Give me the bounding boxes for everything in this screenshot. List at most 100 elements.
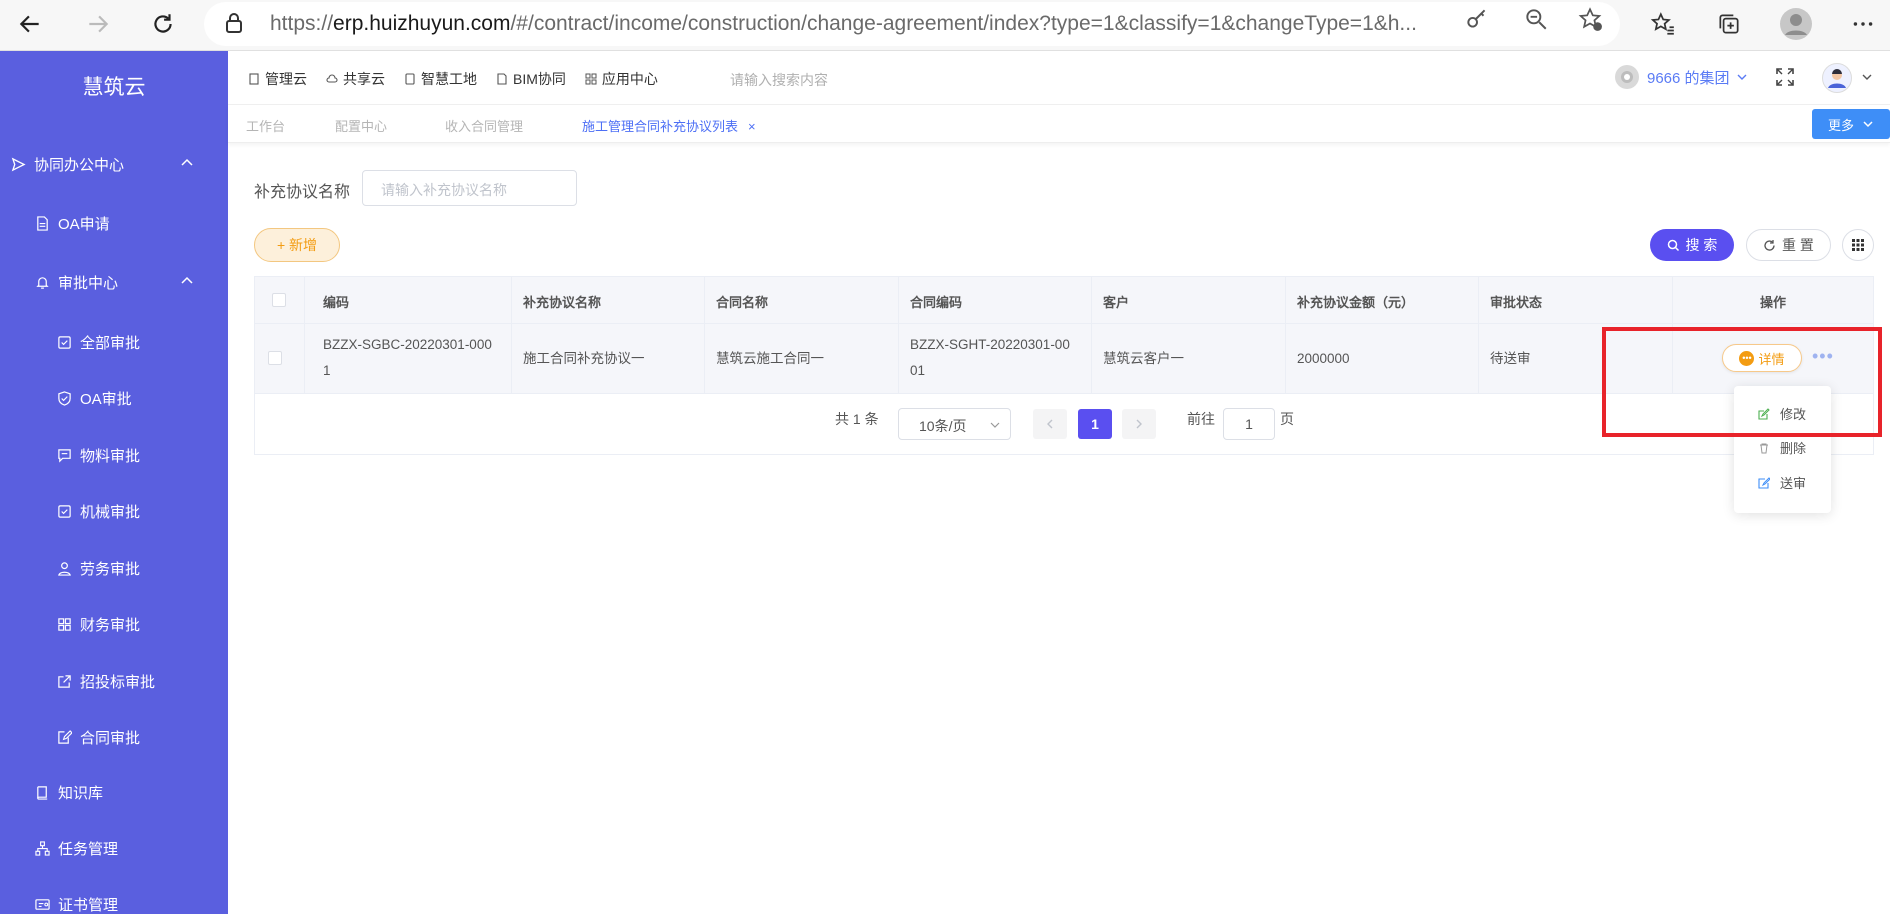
goto-page-input[interactable]: 1 bbox=[1223, 408, 1275, 440]
forward-button[interactable] bbox=[78, 4, 118, 44]
tablet-icon bbox=[405, 73, 415, 85]
column-header: 操作 bbox=[1760, 295, 1787, 310]
column-header[interactable]: 客户 bbox=[1103, 292, 1129, 311]
sidebar-item-label: 物料审批 bbox=[80, 447, 141, 465]
topnav-management-cloud[interactable]: 管理云 bbox=[248, 69, 307, 89]
browser-menu-button[interactable] bbox=[1843, 4, 1883, 44]
submit-icon bbox=[1758, 476, 1770, 489]
reset-button[interactable]: 重 置 bbox=[1746, 229, 1831, 261]
checkbox-icon bbox=[56, 503, 72, 519]
favorites-button[interactable] bbox=[1643, 4, 1683, 44]
key-icon[interactable] bbox=[1464, 6, 1490, 32]
column-header[interactable]: 编码 bbox=[323, 292, 349, 311]
reload-icon bbox=[154, 14, 172, 33]
back-button[interactable] bbox=[10, 4, 50, 44]
page-tabs: 工作台 配置中心 收入合同管理 施工管理合同补充协议列表 × 更多 bbox=[228, 105, 1890, 143]
send-icon bbox=[10, 156, 26, 172]
sidebar-item-contract-approval[interactable]: 合同审批 bbox=[0, 717, 228, 757]
column-header[interactable]: 补充协议名称 bbox=[523, 292, 601, 311]
sidebar-item-task-management[interactable]: 任务管理 bbox=[0, 828, 228, 868]
cell-agreement-name: 施工合同补充协议一 bbox=[523, 351, 645, 366]
column-divider bbox=[704, 277, 705, 394]
certificate-icon bbox=[34, 896, 50, 912]
page-number-current[interactable]: 1 bbox=[1078, 409, 1112, 439]
tab-config-center[interactable]: 配置中心 bbox=[335, 116, 387, 135]
edit-document-icon bbox=[56, 729, 72, 745]
column-divider bbox=[898, 277, 899, 394]
global-search-input[interactable]: 请输入搜索内容 bbox=[730, 70, 828, 90]
sidebar-item-label: 合同审批 bbox=[80, 729, 141, 747]
sidebar-item-oa-apply[interactable]: OA申请 bbox=[0, 203, 228, 243]
menu-item-delete[interactable]: 删除 bbox=[1758, 438, 1806, 457]
more-horizontal-icon bbox=[1853, 22, 1873, 26]
table-header: 编码 补充协议名称 合同名称 合同编码 客户 补充协议金额（元） 审批状态 操作 bbox=[255, 277, 1873, 324]
chat-icon bbox=[56, 447, 72, 463]
chevron-right-icon bbox=[1136, 419, 1142, 429]
user-icon bbox=[56, 560, 72, 576]
arrow-right-icon bbox=[89, 15, 109, 33]
search-icon bbox=[1667, 239, 1679, 251]
row-checkbox[interactable] bbox=[268, 351, 282, 365]
column-header[interactable]: 合同名称 bbox=[716, 292, 768, 311]
chevron-left-icon bbox=[1047, 419, 1053, 429]
sidebar-item-material-approval[interactable]: 物料审批 bbox=[0, 435, 228, 475]
sidebar-item-oa-approval[interactable]: OA审批 bbox=[0, 378, 228, 418]
book-icon bbox=[34, 784, 50, 800]
column-divider bbox=[1478, 277, 1479, 394]
select-all-checkbox[interactable] bbox=[272, 293, 286, 307]
sidebar-item-certificate-management[interactable]: 证书管理 bbox=[0, 884, 228, 914]
profile-button[interactable] bbox=[1776, 4, 1816, 44]
close-icon[interactable]: × bbox=[748, 119, 756, 134]
highlight-annotation-box bbox=[1602, 327, 1882, 437]
sidebar-item-approval-center[interactable]: 审批中心 bbox=[0, 262, 228, 302]
group-logo-icon bbox=[1615, 65, 1639, 89]
cell-code: BZZX-SGBC-20220301-000 1 bbox=[323, 337, 492, 378]
chevron-up-icon bbox=[181, 276, 193, 284]
address-bar[interactable]: https://erp.huizhuyun.com/#/contract/inc… bbox=[204, 2, 1620, 46]
column-header[interactable]: 审批状态 bbox=[1490, 292, 1542, 311]
menu-item-submit[interactable]: 送审 bbox=[1758, 473, 1806, 492]
sidebar-item-knowledge-base[interactable]: 知识库 bbox=[0, 772, 228, 812]
cell-contract-code: BZZX-SGHT-20220301-00 01 bbox=[910, 337, 1070, 378]
sidebar-item-bidding-approval[interactable]: 招投标审批 bbox=[0, 661, 228, 701]
sidebar-item-labor-approval[interactable]: 劳务审批 bbox=[0, 548, 228, 588]
prev-page-button[interactable] bbox=[1033, 409, 1067, 439]
tab-workbench[interactable]: 工作台 bbox=[246, 116, 285, 135]
fullscreen-icon[interactable] bbox=[1775, 67, 1795, 87]
sidebar-item-machinery-approval[interactable]: 机械审批 bbox=[0, 491, 228, 531]
tab-supplementary-agreement-list[interactable]: 施工管理合同补充协议列表 × bbox=[582, 116, 756, 135]
topnav-bim[interactable]: BIM协同 bbox=[496, 69, 566, 89]
sidebar-item-label: 知识库 bbox=[58, 784, 104, 802]
topnav-shared-cloud[interactable]: 共享云 bbox=[326, 69, 385, 89]
profile-avatar-icon bbox=[1780, 8, 1812, 40]
add-button[interactable]: + 新增 bbox=[254, 228, 340, 262]
goto-suffix: 页 bbox=[1280, 411, 1294, 427]
search-button[interactable]: 搜 索 bbox=[1650, 229, 1734, 261]
more-tabs-button[interactable]: 更多 bbox=[1812, 109, 1890, 139]
url-text: https://erp.huizhuyun.com/#/contract/inc… bbox=[270, 12, 1417, 35]
sidebar-item-all-approvals[interactable]: 全部审批 bbox=[0, 322, 228, 362]
chevron-down-icon[interactable] bbox=[1861, 71, 1873, 83]
sidebar-item-collab-office[interactable]: 协同办公中心 bbox=[0, 144, 228, 184]
page-size-select[interactable]: 10条/页 bbox=[898, 408, 1011, 440]
column-header[interactable]: 合同编码 bbox=[910, 292, 962, 311]
topnav-smart-site[interactable]: 智慧工地 bbox=[404, 69, 477, 89]
add-favorite-icon[interactable] bbox=[1577, 6, 1603, 32]
browser-toolbar: https://erp.huizhuyun.com/#/contract/inc… bbox=[0, 0, 1890, 51]
sidebar-item-finance-approval[interactable]: 财务审批 bbox=[0, 604, 228, 644]
tab-income-contract[interactable]: 收入合同管理 bbox=[445, 116, 523, 135]
group-switcher[interactable]: 9666 的集团 bbox=[1615, 65, 1748, 89]
sidebar-item-label: 协同办公中心 bbox=[34, 156, 125, 174]
topnav-app-center[interactable]: 应用中心 bbox=[585, 69, 658, 89]
zoom-out-icon[interactable] bbox=[1523, 6, 1549, 32]
sidebar-item-label: 劳务审批 bbox=[80, 560, 141, 578]
column-settings-button[interactable] bbox=[1842, 229, 1874, 261]
collections-button[interactable] bbox=[1709, 4, 1749, 44]
column-header[interactable]: 补充协议金额（元） bbox=[1297, 292, 1414, 311]
collections-icon bbox=[1719, 14, 1739, 34]
next-page-button[interactable] bbox=[1122, 409, 1156, 439]
agreement-name-input[interactable]: 请输入补充协议名称 bbox=[362, 170, 577, 206]
reload-button[interactable] bbox=[143, 4, 183, 44]
shield-check-icon bbox=[56, 390, 72, 406]
user-avatar[interactable] bbox=[1822, 63, 1852, 93]
